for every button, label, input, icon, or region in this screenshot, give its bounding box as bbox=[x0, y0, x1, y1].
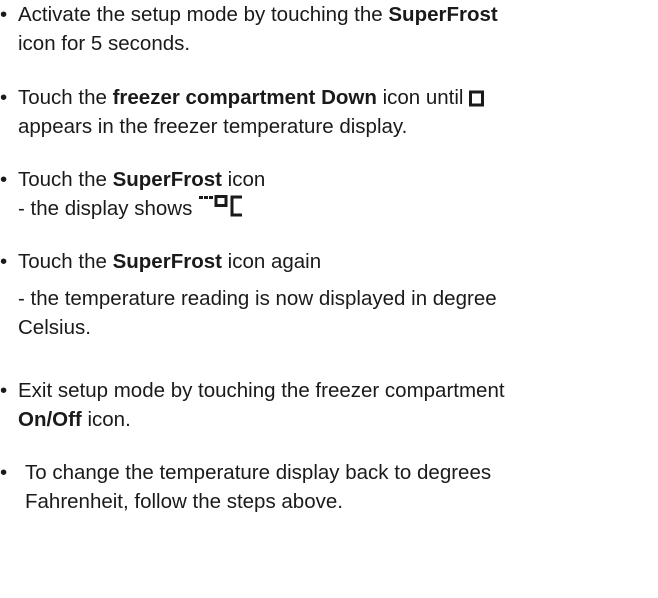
bullet: • bbox=[0, 86, 8, 109]
instruction-item-fahrenheit: • To change the temperature display back… bbox=[0, 458, 655, 516]
seven-segment-box-icon bbox=[469, 90, 485, 107]
instruction-item-freezer-down: • Touch the freezer compartment Down ico… bbox=[0, 83, 655, 141]
instruction-item-superfrost-again: • Touch the SuperFrost icon again - the … bbox=[0, 247, 655, 342]
bullet: • bbox=[0, 250, 8, 273]
freezer-down-label: freezer compartment Down bbox=[112, 86, 377, 109]
superfrost-label: SuperFrost bbox=[112, 250, 222, 273]
bullet: • bbox=[0, 461, 8, 484]
menu-degree-celsius-icon bbox=[199, 195, 243, 217]
bullet: • bbox=[0, 168, 8, 191]
instruction-item-setup-mode: • Activate the setup mode by touching th… bbox=[0, 0, 655, 58]
instruction-item-superfrost: • Touch the SuperFrost icon - the displa… bbox=[0, 165, 655, 223]
superfrost-label: SuperFrost bbox=[112, 168, 222, 191]
bullet: • bbox=[0, 379, 8, 402]
bullet: • bbox=[0, 3, 8, 26]
superfrost-label: SuperFrost bbox=[388, 3, 498, 26]
instruction-page: • Activate the setup mode by touching th… bbox=[0, 0, 658, 598]
on-off-label: On/Off bbox=[18, 408, 82, 431]
instruction-item-exit-setup: • Exit setup mode by touching the freeze… bbox=[0, 376, 655, 434]
